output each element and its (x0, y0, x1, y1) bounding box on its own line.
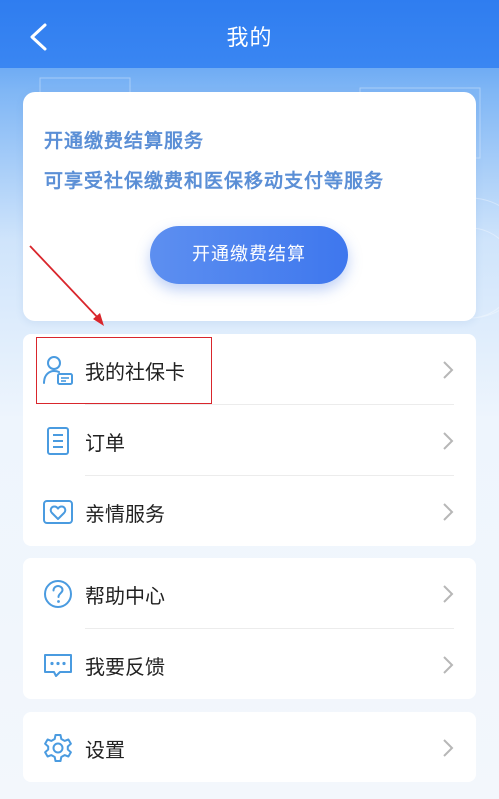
chevron-right-icon (443, 739, 454, 757)
family-service-heart-icon (43, 500, 73, 524)
feedback-chat-icon (44, 654, 72, 677)
chevron-right-icon (443, 585, 454, 603)
annotation-highlight-box (36, 337, 212, 404)
menu-card-settings: 设置 (23, 712, 476, 782)
promo-subtitle: 可享受社保缴费和医保移动支付等服务 (44, 170, 385, 192)
menu-item-feedback[interactable]: 我要反馈 (23, 629, 476, 699)
settings-gear-icon (44, 734, 72, 762)
open-payment-service-button[interactable]: 开通缴费结算 (150, 226, 348, 284)
chevron-right-icon (443, 656, 454, 674)
promo-title: 开通缴费结算服务 (44, 130, 205, 152)
chevron-right-icon (443, 361, 454, 379)
menu-item-family-service[interactable]: 亲情服务 (23, 476, 476, 546)
menu-item-label: 帮助中心 (85, 584, 165, 608)
menu-item-settings[interactable]: 设置 (23, 712, 476, 782)
menu-item-orders[interactable]: 订单 (23, 405, 476, 475)
chevron-right-icon (443, 432, 454, 450)
menu-item-label: 订单 (85, 431, 125, 455)
menu-item-label: 我要反馈 (85, 655, 165, 679)
menu-item-label: 设置 (85, 738, 125, 762)
chevron-right-icon (443, 503, 454, 521)
menu-item-label: 亲情服务 (85, 502, 165, 526)
payment-service-promo-card: 开通缴费结算服务 可享受社保缴费和医保移动支付等服务 开通缴费结算 (23, 92, 476, 321)
header-bar: 我的 (0, 0, 499, 68)
menu-card-support: 帮助中心 我要反馈 (23, 558, 476, 699)
page-title: 我的 (226, 26, 273, 51)
menu-item-help-center[interactable]: 帮助中心 (23, 558, 476, 628)
help-question-icon (44, 580, 72, 608)
order-document-icon (47, 427, 69, 455)
